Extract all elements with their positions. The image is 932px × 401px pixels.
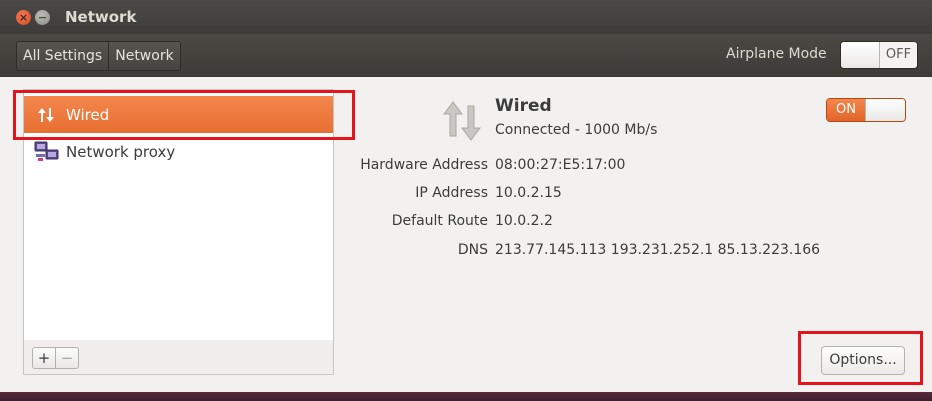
wired-toggle-switch[interactable]: ON <box>826 98 906 122</box>
wired-arrows-icon <box>33 106 61 124</box>
detail-row-dns: DNS 213.77.145.113 193.231.252.1 85.13.2… <box>0 242 932 262</box>
detail-row-hardware-address: Hardware Address 08:00:27:E5:17:00 <box>0 157 932 177</box>
sidebar-item-wired[interactable]: Wired <box>24 96 333 133</box>
close-window-button[interactable]: × <box>16 10 31 25</box>
add-connection-button[interactable]: + <box>32 347 56 369</box>
detail-value: 10.0.2.2 <box>495 213 553 229</box>
title-bar: × − Network <box>0 0 932 34</box>
connection-list-toolbar: + − <box>23 340 334 375</box>
breadcrumb-all-settings[interactable]: All Settings <box>17 42 109 70</box>
options-button[interactable]: Options... <box>821 346 905 375</box>
detail-key: Hardware Address <box>360 157 488 173</box>
detail-key: IP Address <box>415 185 488 201</box>
detail-value: 213.77.145.113 193.231.252.1 85.13.223.1… <box>495 242 821 258</box>
breadcrumb-network[interactable]: Network <box>108 42 180 70</box>
window-title: Network <box>65 8 137 26</box>
connection-name: Wired <box>495 96 552 116</box>
detail-key: Default Route <box>391 213 488 229</box>
detail-key: DNS <box>457 242 488 258</box>
connection-status: Connected - 1000 Mb/s <box>495 122 658 138</box>
remove-connection-button[interactable]: − <box>55 347 79 369</box>
wired-connection-icon <box>441 100 483 146</box>
toolbar: All Settings Network Airplane Mode OFF <box>0 34 932 77</box>
breadcrumb: All Settings Network <box>16 41 181 71</box>
detail-value: 10.0.2.15 <box>495 185 562 201</box>
minimize-window-button[interactable]: − <box>35 10 50 25</box>
detail-row-ip-address: IP Address 10.0.2.15 <box>0 185 932 205</box>
detail-row-default-route: Default Route 10.0.2.2 <box>0 213 932 233</box>
airplane-mode-label: Airplane Mode <box>726 46 827 62</box>
airplane-mode-switch[interactable]: OFF <box>840 41 918 69</box>
wired-toggle-state: ON <box>827 99 865 121</box>
sidebar-item-label: Wired <box>66 105 110 124</box>
detail-value: 08:00:27:E5:17:00 <box>495 157 626 173</box>
airplane-mode-state: OFF <box>880 42 917 68</box>
network-settings-window: × − Network All Settings Network Airplan… <box>0 0 932 401</box>
switch-knob <box>865 99 905 121</box>
desktop-background-edge <box>0 392 932 401</box>
switch-knob <box>841 42 880 68</box>
